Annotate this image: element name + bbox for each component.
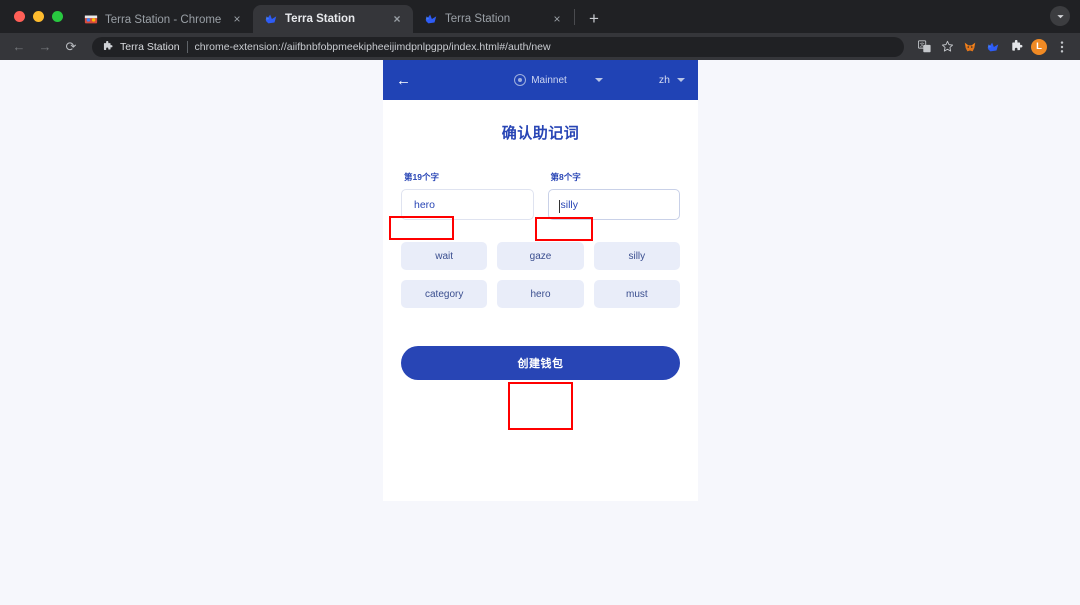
browser-tab-0-title: Terra Station - Chrome 网上应用店 [105,11,222,27]
mnemonic-input-2[interactable] [548,189,681,220]
text-cursor [559,200,560,213]
network-label: Mainnet [531,75,567,86]
svg-text:文: 文 [919,42,924,49]
extensions-puzzle-icon[interactable] [1006,37,1026,57]
terra-station-extension-icon[interactable] [983,37,1003,57]
mnemonic-field-2: 第8个字 [548,171,681,220]
mnemonic-input-1[interactable] [401,189,534,220]
tab-strip: Terra Station - Chrome 网上应用店 × Terra Sta… [0,0,1080,33]
back-button[interactable]: ← [8,36,30,58]
tab-separator [574,9,575,25]
omnibox-extension-name: Terra Station [120,41,180,53]
language-selector[interactable]: zh [659,74,685,86]
new-tab-button[interactable]: + [580,5,608,33]
word-chip[interactable]: wait [401,242,487,270]
bookmark-star-icon[interactable] [937,37,957,57]
network-selector[interactable]: Mainnet [478,74,603,86]
word-chip[interactable]: hero [497,280,583,308]
submit-area: 创建钱包 [401,346,680,380]
terra-station-icon [424,12,438,26]
browser-tab-0[interactable]: Terra Station - Chrome 网上应用店 × [73,5,253,33]
chevron-down-circle-icon[interactable] [1050,6,1070,26]
browser-toolbar: ← → ⟳ Terra Station chrome-extension://a… [0,33,1080,60]
translate-icon[interactable]: 文 [914,37,934,57]
terra-station-icon [264,12,278,26]
profile-avatar-icon[interactable]: L [1029,37,1049,57]
word-chip[interactable]: must [594,280,680,308]
extension-header: ← Mainnet zh [383,60,698,100]
kebab-glyph [1060,40,1064,54]
browser-tab-2[interactable]: Terra Station × [413,5,573,33]
browser-tab-0-close-icon[interactable]: × [229,11,245,27]
browser-window: Terra Station - Chrome 网上应用店 × Terra Sta… [0,0,1080,605]
translate-glyph: 文 [918,40,931,53]
chrome-menu-icon[interactable] [1052,37,1072,57]
terra-glyph [986,40,1000,54]
window-traffic-lights [8,0,73,33]
chevron-down-icon [595,78,603,82]
toolbar-icons: 文 [914,37,1072,57]
mnemonic-field-1: 第19个字 [401,171,534,220]
create-wallet-button[interactable]: 创建钱包 [401,346,680,380]
mnemonic-field-1-label: 第19个字 [401,171,534,183]
word-chip[interactable]: category [401,280,487,308]
browser-tab-1[interactable]: Terra Station × [253,5,413,33]
browser-tab-2-close-icon[interactable]: × [549,11,565,27]
extension-body: 确认助记词 第19个字 第8个字 wait gaze silly [383,122,698,380]
word-chip[interactable]: silly [594,242,680,270]
fox-glyph [963,40,977,54]
omnibox-url: chrome-extension://aiifbnbfobpmeekipheei… [195,41,551,53]
metamask-fox-icon[interactable] [960,37,980,57]
address-bar[interactable]: Terra Station chrome-extension://aiifbnb… [92,37,904,57]
browser-tab-1-close-icon[interactable]: × [389,11,405,27]
avatar: L [1031,39,1047,55]
reload-button[interactable]: ⟳ [60,36,82,58]
page-viewport: ← Mainnet zh 确认助记词 第19个字 [0,60,1080,605]
forward-button[interactable]: → [34,36,56,58]
star-glyph [941,40,954,53]
minimize-window-button[interactable] [33,11,44,22]
back-arrow-icon[interactable]: ← [396,73,414,88]
puzzle-glyph [1010,40,1023,53]
page-title: 确认助记词 [401,122,680,143]
network-signal-icon [514,74,526,86]
language-label: zh [659,74,670,86]
mnemonic-fields: 第19个字 第8个字 [401,171,680,220]
chevron-down-glyph [1056,12,1065,21]
chrome-webstore-icon [84,12,98,26]
terra-station-extension-panel: ← Mainnet zh 确认助记词 第19个字 [383,60,698,501]
maximize-window-button[interactable] [52,11,63,22]
browser-tab-1-title: Terra Station [285,13,382,25]
puzzle-piece-icon [102,41,113,52]
mnemonic-field-2-label: 第8个字 [548,171,681,183]
omnibox-divider [187,41,188,53]
chevron-down-icon [677,78,685,82]
close-window-button[interactable] [14,11,25,22]
browser-tab-2-title: Terra Station [445,13,542,25]
word-suggestion-grid: wait gaze silly category hero must [401,242,680,308]
word-chip[interactable]: gaze [497,242,583,270]
